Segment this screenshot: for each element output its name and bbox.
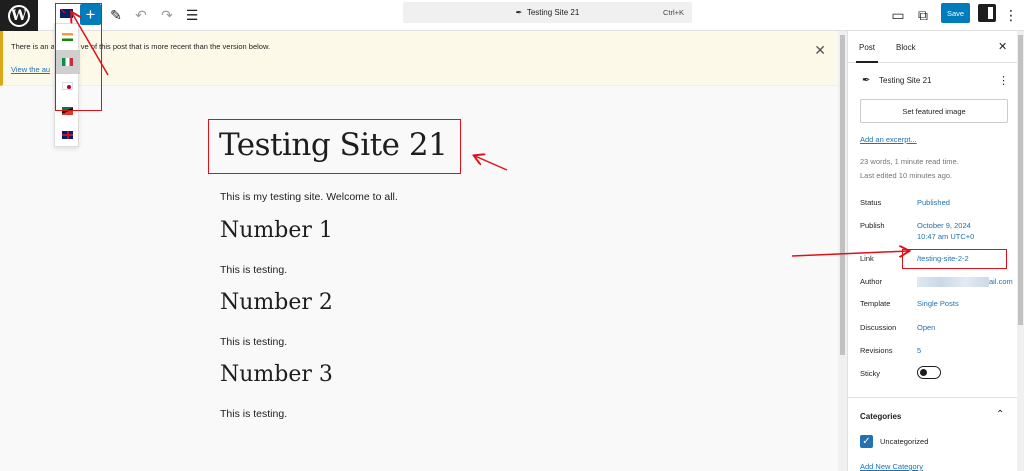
last-edited-info: Last edited 10 minutes ago. [860, 171, 953, 180]
template-label: Template [860, 299, 891, 308]
options-menu-icon[interactable]: ⋮ [1001, 5, 1021, 25]
wordpress-logo-icon[interactable]: W [0, 0, 38, 31]
heading-block[interactable]: Number 2 [220, 290, 333, 315]
pencil-icon[interactable]: ✎ [106, 5, 126, 25]
flag-uk-icon [62, 131, 73, 139]
notice-text-start: There is an a [11, 42, 55, 51]
external-link-icon[interactable]: ⧉ [913, 5, 933, 25]
command-palette-button[interactable]: ✒ Testing Site 21 Ctrl+K [403, 2, 692, 23]
set-featured-image-button[interactable]: Set featured image [860, 99, 1008, 123]
undo-icon[interactable]: ↶ [131, 5, 151, 25]
annotation-box-post-title [208, 119, 461, 174]
revisions-value[interactable]: 5 [917, 346, 921, 355]
publish-time[interactable]: 10:47 am UTC+0 [917, 232, 974, 241]
heading-block[interactable]: Number 1 [220, 218, 333, 243]
post-feather-icon: ✒ [862, 75, 871, 86]
template-value[interactable]: Single Posts [917, 299, 959, 308]
author-email-redacted [917, 277, 989, 287]
view-autosave-link[interactable]: View the au [11, 65, 50, 74]
category-uncategorized-label: Uncategorized [880, 437, 929, 446]
tab-block[interactable]: Block [896, 43, 916, 52]
language-option-uk[interactable] [55, 123, 80, 147]
link-label: Link [860, 254, 874, 263]
autosave-notice: There is an a ve of this post that is mor… [0, 31, 838, 86]
status-label: Status [860, 198, 882, 207]
category-checkbox-checked-icon[interactable]: ✓ [860, 435, 873, 448]
chevron-up-icon[interactable]: ⌃ [996, 409, 1004, 420]
status-value[interactable]: Published [917, 198, 950, 207]
discussion-label: Discussion [860, 323, 897, 332]
publish-date[interactable]: October 9, 2024 [917, 221, 971, 230]
publish-label: Publish [860, 221, 885, 230]
heading-block[interactable]: Number 3 [220, 362, 333, 387]
document-overview-icon[interactable]: ☰ [182, 5, 202, 25]
tab-post[interactable]: Post [859, 43, 875, 52]
command-title: Testing Site 21 [526, 8, 580, 17]
author-label: Author [860, 277, 883, 286]
add-excerpt-link[interactable]: Add an excerpt... [860, 135, 917, 144]
sidebar-scrollbar[interactable] [1017, 31, 1024, 471]
editor-toolbar: W + ✎ ↶ ↷ ☰ ✒ Testing Site 21 Ctrl+K ▭ ⧉… [0, 0, 1024, 31]
discussion-value[interactable]: Open [917, 323, 935, 332]
feather-icon: ✒ [515, 8, 523, 17]
desktop-preview-icon[interactable]: ▭ [888, 5, 908, 25]
redo-icon[interactable]: ↷ [157, 5, 177, 25]
post-actions-menu-icon[interactable]: ⋮ [998, 74, 1009, 87]
sidebar-post-title: Testing Site 21 [879, 76, 932, 85]
annotation-box-language-menu [55, 3, 102, 111]
sticky-label: Sticky [860, 369, 881, 378]
annotation-box-permalink [902, 249, 1007, 269]
paragraph-block[interactable]: This is testing. [220, 336, 287, 348]
paragraph-block[interactable]: This is testing. [220, 264, 287, 276]
paragraph-block[interactable]: This is testing. [220, 408, 287, 420]
close-sidebar-icon[interactable]: ✕ [998, 40, 1007, 53]
author-email-suffix[interactable]: ail.com [989, 277, 1013, 286]
add-new-category-link[interactable]: Add New Category [860, 462, 923, 471]
read-time-info: 23 words, 1 minute read time. [860, 157, 959, 166]
notice-text-end: ve of this post that is more recent than… [80, 42, 271, 51]
close-icon[interactable]: ✕ [814, 42, 826, 59]
revisions-label: Revisions [860, 346, 893, 355]
save-button[interactable]: Save [941, 3, 970, 23]
editor-scrollbar[interactable] [838, 31, 847, 471]
settings-sidebar-toggle-icon[interactable] [978, 4, 996, 22]
command-shortcut: Ctrl+K [662, 8, 684, 17]
sticky-toggle[interactable] [917, 366, 941, 379]
paragraph-intro[interactable]: This is my testing site. Welcome to all. [220, 191, 398, 203]
categories-heading[interactable]: Categories [860, 412, 901, 421]
